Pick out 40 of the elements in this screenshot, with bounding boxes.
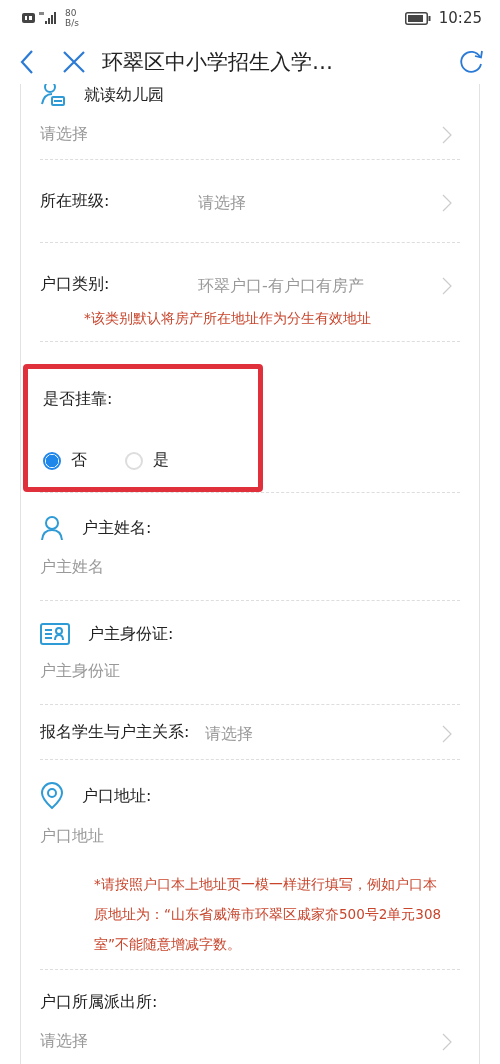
chevron-right-icon bbox=[442, 725, 452, 743]
field-label: 就读幼儿园 bbox=[84, 84, 164, 106]
field-label: 户主姓名: bbox=[82, 517, 152, 539]
field-label: 所在班级: bbox=[40, 190, 111, 212]
chevron-right-icon bbox=[442, 277, 452, 295]
select-field[interactable]: 请选择 bbox=[198, 174, 460, 228]
page-title: 环翠区中小学招生入学… bbox=[102, 49, 333, 76]
person-card-icon bbox=[40, 84, 66, 106]
refresh-icon[interactable] bbox=[458, 49, 484, 75]
id-card-icon bbox=[40, 623, 70, 645]
input-field[interactable]: 户口地址 bbox=[40, 810, 460, 869]
input-field[interactable]: 户主姓名 bbox=[40, 541, 460, 600]
select-field[interactable]: 请选择 bbox=[40, 1013, 460, 1064]
warning-note: *请按照户口本上地址页一模一样进行填写，例如户口本原地址为：“山东省威海市环翠区戚家夼500号2单元308室”不能随意增减字数。 bbox=[93, 875, 443, 954]
field-label: 报名学生与户主关系: bbox=[40, 721, 190, 743]
field-label: 是否挂靠: bbox=[43, 389, 113, 408]
select-field[interactable]: 请选择 bbox=[205, 705, 460, 759]
chevron-right-icon bbox=[442, 194, 452, 212]
warning-note: *该类别默认将房产所在地址作为分生有效地址 bbox=[83, 309, 372, 328]
field-label: 户口所属派出所: bbox=[40, 992, 158, 1013]
chevron-right-icon bbox=[442, 1032, 452, 1051]
battery-icon bbox=[404, 11, 431, 25]
clock-time: 10:25 bbox=[438, 9, 482, 27]
select-field[interactable]: 请选择 bbox=[40, 106, 460, 159]
network-speed-unit: B/s bbox=[65, 18, 79, 28]
hd-icon bbox=[22, 13, 35, 23]
signal-icon bbox=[39, 12, 57, 24]
input-field[interactable]: 户主身份证 bbox=[40, 645, 460, 704]
network-speed: 80 bbox=[65, 8, 78, 18]
location-pin-icon bbox=[40, 782, 64, 810]
back-icon[interactable] bbox=[20, 49, 34, 75]
person-icon bbox=[40, 515, 64, 541]
chevron-right-icon bbox=[442, 125, 452, 144]
field-label: 户口地址: bbox=[82, 785, 152, 807]
radio-option[interactable]: 是 bbox=[125, 450, 169, 471]
close-icon[interactable] bbox=[62, 50, 86, 74]
select-field[interactable]: 环翠户口-有户口有房产 bbox=[198, 257, 460, 311]
field-label: 户口类别: bbox=[40, 273, 111, 295]
radio-option[interactable]: 否 bbox=[43, 450, 87, 471]
field-label: 户主身份证: bbox=[88, 623, 174, 645]
